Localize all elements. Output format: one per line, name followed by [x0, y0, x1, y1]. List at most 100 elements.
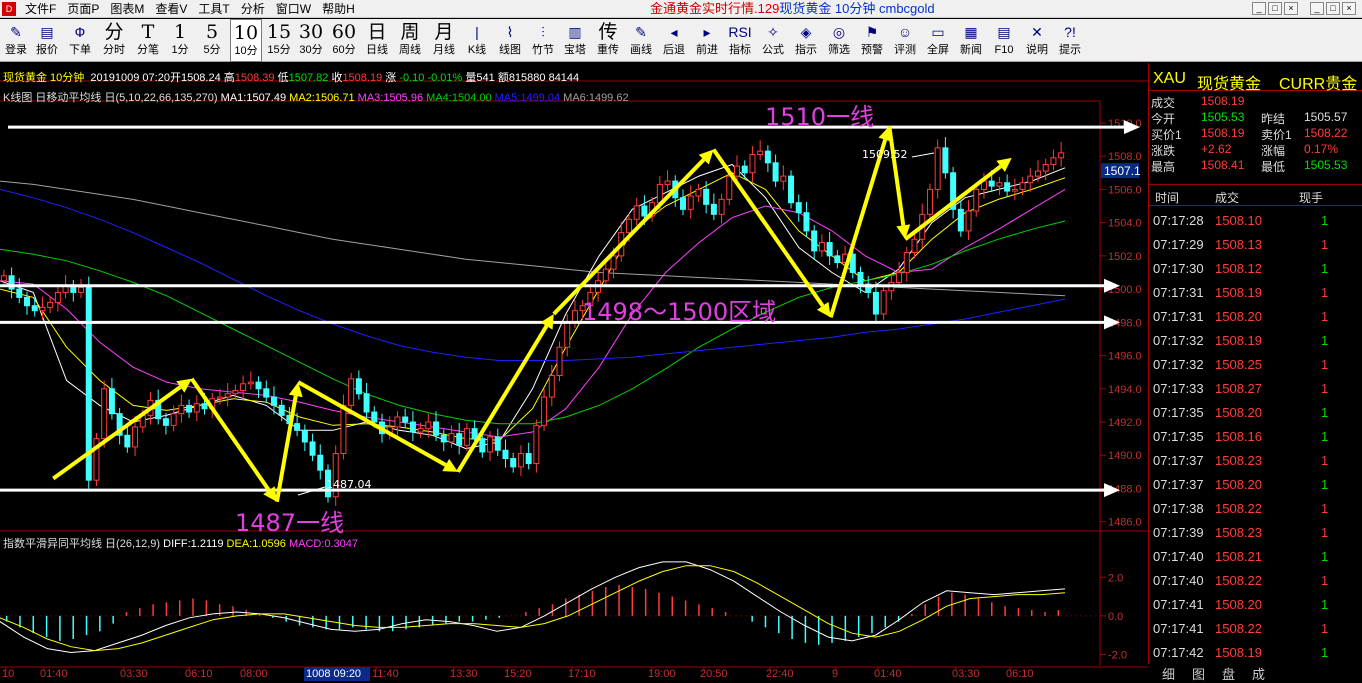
app-icon[interactable]: D	[2, 2, 16, 16]
info-vol-label: 量	[465, 72, 477, 84]
alert-button[interactable]: ⚑ 预警	[856, 19, 888, 62]
candle-body	[487, 436, 494, 453]
inner-maximize-button[interactable]: □	[1268, 2, 1282, 15]
period-60min-button[interactable]: 60 60分	[328, 19, 360, 62]
candle-body	[433, 421, 440, 436]
tick-volume: 1	[1321, 285, 1329, 300]
period-1min-button[interactable]: 1 1分	[166, 19, 194, 62]
candle-body	[186, 404, 193, 413]
order-button[interactable]: Ф 下单	[64, 19, 96, 62]
tick-price: 1508.19	[1215, 645, 1262, 660]
menu-item-5[interactable]: 分析	[238, 1, 273, 17]
candle-body	[679, 197, 686, 210]
menu-item-2[interactable]: 图表M	[107, 1, 152, 17]
draw-line-button[interactable]: ✎ 画线	[626, 19, 656, 62]
linechart-button[interactable]: ⌇ 线图	[494, 19, 526, 62]
back-button[interactable]: ◂ 后退	[658, 19, 690, 62]
macd-dea: DEA:1.0596	[226, 538, 286, 550]
time-tick-label: 9	[832, 668, 838, 680]
info-amt: 815880 84144	[508, 72, 580, 84]
reload-button[interactable]: 传重传	[592, 19, 624, 62]
window-controls: _ □ ×	[1310, 2, 1356, 15]
quote-button[interactable]: ▤ 报价	[32, 19, 62, 62]
explain-button[interactable]: ✕ 说明	[1022, 19, 1052, 62]
candle-body	[255, 381, 262, 390]
weekly-button[interactable]: 周周线	[394, 19, 426, 62]
panel-tab-3[interactable]: 成	[1252, 664, 1265, 683]
menu-item-0[interactable]: 文件F	[22, 1, 64, 17]
monthly-button[interactable]: 月月线	[428, 19, 460, 62]
period-60min-label: 60分	[332, 44, 356, 56]
tick-time: 07:17:40	[1153, 573, 1204, 588]
bamboo-button[interactable]: ⫶ 竹节	[528, 19, 558, 62]
kline-chart[interactable]: 1510.01508.01506.01504.01502.01500.01498…	[0, 63, 1148, 682]
inner-minimize-button[interactable]: _	[1252, 2, 1266, 15]
indicator-button[interactable]: RSI 指标	[724, 19, 756, 62]
macd-title[interactable]: 指数平滑异同平均线 日(26,12,9)	[3, 538, 160, 550]
menu-bar: 文件F 页面P 图表M 查看V 工具T 分析 窗口W 帮助H	[22, 1, 363, 17]
menu-item-3[interactable]: 查看V	[152, 1, 195, 17]
close-button[interactable]: ×	[1342, 2, 1356, 15]
login-button[interactable]: ✎ 登录	[2, 19, 30, 62]
reload-label: 重传	[597, 44, 619, 56]
filter-label: 筛选	[828, 44, 850, 56]
news-button[interactable]: ▦ 新闻	[956, 19, 986, 62]
title-bar: D 文件F 页面P 图表M 查看V 工具T 分析 窗口W 帮助H 金通黄金实时行情.129现货…	[0, 0, 1362, 18]
kline-button[interactable]: | K线	[462, 19, 492, 62]
menu-item-1[interactable]: 页面P	[64, 1, 107, 17]
hint-button[interactable]: ◈ 指示	[790, 19, 822, 62]
formula-icon: ✧	[767, 24, 779, 40]
fullscreen-button[interactable]: ▭ 全屏	[922, 19, 954, 62]
indicator-label: 指标	[729, 44, 751, 56]
price-tick-label: 1486.0	[1108, 517, 1142, 529]
panel-tab-1[interactable]: 图	[1192, 664, 1205, 683]
tick-price: 1508.20	[1215, 405, 1262, 420]
period-5min-button[interactable]: 5 5分	[198, 19, 226, 62]
inner-close-button[interactable]: ×	[1284, 2, 1298, 15]
period-15min-button[interactable]: 15 15分	[264, 19, 294, 62]
ma-info-bar: K线图 日移动平均线 日(5,10,22,66,135,270) MA1:150…	[3, 89, 629, 105]
tick-button[interactable]: T 分笔	[132, 19, 164, 62]
candle-body	[47, 301, 54, 308]
formula-label: 公式	[762, 44, 784, 56]
minimize-button[interactable]: _	[1310, 2, 1324, 15]
maximize-button[interactable]: □	[1326, 2, 1340, 15]
panel-tab-2[interactable]: 盘	[1222, 664, 1235, 683]
evaluate-button[interactable]: ☺ 评测	[890, 19, 920, 62]
formula-button[interactable]: ✧ 公式	[758, 19, 788, 62]
quote-value: 1505.53	[1304, 158, 1348, 172]
candle-body	[440, 434, 447, 443]
kline-chart-area[interactable]: 1510.01508.01506.01504.01502.01500.01498…	[0, 63, 1148, 682]
linechart-icon: ⌇	[506, 24, 514, 40]
candle-body	[0, 275, 7, 282]
timeshare-icon: 分	[104, 21, 124, 43]
info-vol: 541	[476, 72, 495, 84]
forward-button[interactable]: ▸ 前进	[692, 19, 722, 62]
menu-item-7[interactable]: 帮助H	[319, 1, 363, 17]
menu-item-6[interactable]: 窗口W	[273, 1, 319, 17]
price-tick-label: 1490.0	[1108, 450, 1142, 462]
period-30min-button[interactable]: 30 30分	[296, 19, 326, 62]
period-10min-button[interactable]: 10 10分	[230, 19, 262, 62]
pagoda-button[interactable]: ▥ 宝塔	[560, 19, 590, 62]
panel-tab-0[interactable]: 细	[1162, 664, 1175, 683]
tick-price: 1508.10	[1215, 213, 1262, 228]
tick-price: 1508.22	[1215, 573, 1262, 588]
tick-list[interactable]: 07:17:28 1508.10 1 07:17:29 1508.13 1 07:17:30…	[1149, 209, 1362, 665]
tick-row: 07:17:37 1508.20 1	[1149, 473, 1362, 497]
tick-price: 1508.20	[1215, 477, 1262, 492]
f10-button[interactable]: ▤ F10	[988, 19, 1020, 62]
ma-title[interactable]: K线图 日移动平均线 日(5,10,22,66,135,270)	[3, 92, 218, 104]
tips-button[interactable]: ?! 提示	[1054, 19, 1086, 62]
tick-row: 07:17:41 1508.22 1	[1149, 617, 1362, 641]
linechart-label: 线图	[499, 44, 521, 56]
candle-body	[16, 288, 23, 298]
timeshare-button[interactable]: 分分时	[98, 19, 130, 62]
daily-button[interactable]: 日日线	[362, 19, 392, 62]
tick-row: 07:17:33 1508.27 1	[1149, 377, 1362, 401]
info-low-label: 低	[277, 72, 289, 84]
evaluate-icon: ☺	[897, 24, 913, 40]
tick-header-volume: 现手	[1299, 191, 1324, 205]
menu-item-4[interactable]: 工具T	[195, 1, 237, 17]
filter-button[interactable]: ◎ 筛选	[824, 19, 854, 62]
